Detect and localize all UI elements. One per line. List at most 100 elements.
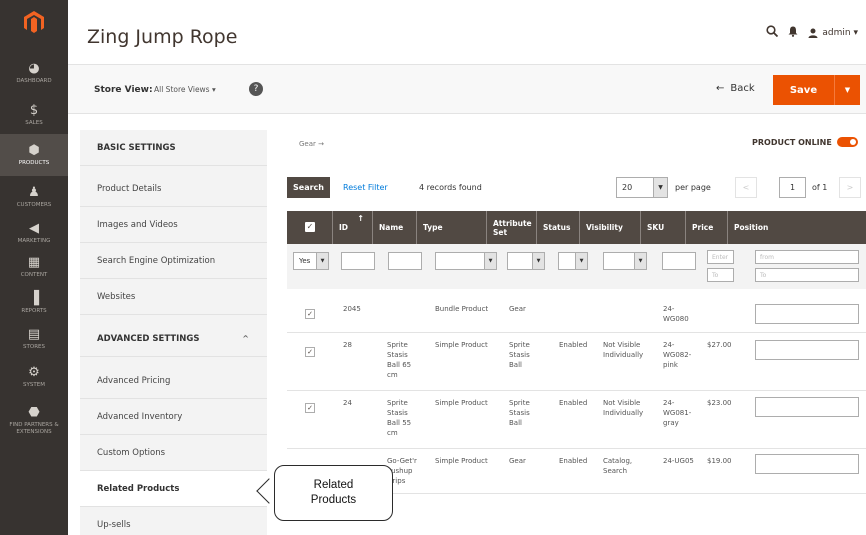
in-products-filter[interactable]: Yes ▼ xyxy=(293,252,329,270)
breadcrumb[interactable]: Gear → xyxy=(299,140,324,148)
checkbox-icon[interactable]: ✓ xyxy=(305,222,315,232)
sidebar-item-websites[interactable]: Websites xyxy=(80,279,267,315)
search-button[interactable]: Search xyxy=(287,177,330,198)
arrow-left-icon: ← xyxy=(716,83,725,94)
position-input[interactable] xyxy=(755,454,859,474)
box-icon: ⬢ xyxy=(28,142,40,158)
per-page-label: per page xyxy=(675,183,711,192)
partners-icon: ⬣ xyxy=(28,405,40,420)
page-total: of 1 xyxy=(812,183,828,192)
position-input[interactable] xyxy=(755,397,859,417)
position-input[interactable] xyxy=(755,304,859,324)
position-from-filter[interactable]: from xyxy=(755,250,859,264)
admin-sidebar: ◕ Dashboard $ Sales ⬢ Products ♟ Custome… xyxy=(0,0,68,535)
product-edit-page: { "admin_nav": { "items": [ {"icon":"das… xyxy=(0,0,866,535)
per-page-select[interactable]: 20 ▼ xyxy=(616,177,668,198)
nav-sales[interactable]: $ Sales xyxy=(0,94,68,136)
page-number-input[interactable]: 1 xyxy=(779,177,806,198)
sidebar-item-seo[interactable]: Search Engine Optimization xyxy=(80,243,267,279)
id-filter[interactable] xyxy=(341,252,375,270)
settings-sidebar: BASIC SETTINGS Product Details Images an… xyxy=(80,130,267,535)
prev-page-button[interactable]: < xyxy=(735,177,757,198)
row-checkbox[interactable]: ✓ xyxy=(305,347,315,357)
column-status[interactable]: Status xyxy=(537,211,580,244)
sidebar-item-custom-options[interactable]: Custom Options xyxy=(80,435,267,471)
dashboard-icon: ◕ xyxy=(28,60,40,76)
nav-find-partners[interactable]: ⬣ Find Partners & Extensions xyxy=(0,398,68,444)
reset-filter-link[interactable]: Reset Filter xyxy=(343,183,388,192)
user-icon xyxy=(808,28,818,38)
header-tools: admin ▾ xyxy=(766,25,858,40)
callout-related-products: Related Products xyxy=(274,465,393,521)
header-select-all[interactable]: ✓ xyxy=(287,211,333,244)
bar-chart-icon: ▐ xyxy=(29,290,39,306)
advanced-settings-header[interactable]: ADVANCED SETTINGS ^ xyxy=(80,321,267,357)
grid-filter-row: Yes ▼ ▼ ▼ ▼ ▼ Enter To from To xyxy=(287,244,866,289)
name-filter[interactable] xyxy=(388,252,422,270)
chevron-up-icon: ^ xyxy=(242,334,249,343)
sku-filter[interactable] xyxy=(662,252,696,270)
dollar-icon: $ xyxy=(29,102,39,118)
table-row[interactable]: ✓ 24 Sprite Stasis Ball 55 cm Simple Pro… xyxy=(287,391,866,449)
save-button[interactable]: Save ▼ xyxy=(773,75,860,105)
position-input[interactable] xyxy=(755,340,859,360)
chevron-down-icon: ▼ xyxy=(532,253,544,269)
column-position[interactable]: Position xyxy=(728,211,866,244)
sidebar-item-advanced-pricing[interactable]: Advanced Pricing xyxy=(80,363,267,399)
sidebar-item-up-sells[interactable]: Up-sells xyxy=(80,507,267,535)
page-title: Zing Jump Rope xyxy=(87,26,238,48)
sort-arrow-icon: ↑ xyxy=(357,214,364,223)
column-visibility[interactable]: Visibility xyxy=(580,211,641,244)
status-filter[interactable]: ▼ xyxy=(558,252,588,270)
basic-settings-header[interactable]: BASIC SETTINGS xyxy=(80,130,267,166)
column-sku[interactable]: SKU xyxy=(641,211,686,244)
back-button[interactable]: ← Back xyxy=(716,83,755,94)
column-name[interactable]: Name xyxy=(373,211,417,244)
position-to-filter[interactable]: To xyxy=(755,268,859,282)
grid-header: ✓ ID ↑ Name Type Attribute Set Status Vis… xyxy=(287,211,866,244)
magento-logo[interactable] xyxy=(0,0,68,44)
row-checkbox[interactable]: ✓ xyxy=(305,403,315,413)
sidebar-item-related-products[interactable]: Related Products xyxy=(80,471,267,507)
admin-menu[interactable]: admin ▾ xyxy=(808,28,858,38)
nav-stores[interactable]: ▤ Stores xyxy=(0,318,68,360)
column-id[interactable]: ID ↑ xyxy=(333,211,373,244)
chevron-down-icon: ▼ xyxy=(575,253,587,269)
type-filter[interactable]: ▼ xyxy=(435,252,497,270)
nav-dashboard[interactable]: ◕ Dashboard xyxy=(0,52,68,94)
magento-logo-icon xyxy=(24,11,44,33)
nav-system[interactable]: ⚙ System xyxy=(0,356,68,398)
sidebar-item-product-details[interactable]: Product Details xyxy=(80,171,267,207)
column-attribute-set[interactable]: Attribute Set xyxy=(487,211,537,244)
sidebar-item-advanced-inventory[interactable]: Advanced Inventory xyxy=(80,399,267,435)
table-row[interactable]: ✓ 28 Sprite Stasis Ball 65 cm Simple Pro… xyxy=(287,333,866,391)
store-view-switcher[interactable]: All Store Views ▾ xyxy=(154,85,216,94)
nav-products[interactable]: ⬢ Products xyxy=(0,134,68,176)
row-checkbox[interactable]: ✓ xyxy=(305,309,315,319)
chevron-down-icon: ▼ xyxy=(653,178,667,197)
chevron-down-icon: ▼ xyxy=(634,253,646,269)
visibility-filter[interactable]: ▼ xyxy=(603,252,647,270)
attribute-set-filter[interactable]: ▼ xyxy=(507,252,545,270)
chevron-down-icon: ▼ xyxy=(484,253,496,269)
price-from-filter[interactable]: Enter xyxy=(707,250,734,264)
search-icon[interactable] xyxy=(766,25,779,40)
next-page-button[interactable]: > xyxy=(839,177,861,198)
gear-icon: ⚙ xyxy=(28,364,40,380)
price-to-filter[interactable]: To xyxy=(707,268,734,282)
product-online-toggle[interactable]: PRODUCT ONLINE xyxy=(752,137,858,147)
help-icon[interactable]: ? xyxy=(249,82,263,96)
toggle-switch[interactable] xyxy=(836,137,858,147)
records-found: 4 records found xyxy=(419,183,482,192)
sidebar-item-images-videos[interactable]: Images and Videos xyxy=(80,207,267,243)
bell-icon[interactable] xyxy=(788,26,798,40)
column-type[interactable]: Type xyxy=(417,211,487,244)
store-view-label: Store View: xyxy=(94,85,153,95)
column-price[interactable]: Price xyxy=(686,211,728,244)
person-icon: ♟ xyxy=(28,184,40,200)
save-options-toggle[interactable]: ▼ xyxy=(834,75,860,105)
page-actions-bar: Store View: All Store Views ▾ ? ← Back S… xyxy=(68,64,866,114)
megaphone-icon: ◀ xyxy=(29,220,39,236)
table-row[interactable]: ✓ 2045 Bundle Product Gear 24- WG080 xyxy=(287,297,866,333)
chevron-down-icon: ▼ xyxy=(316,253,328,269)
